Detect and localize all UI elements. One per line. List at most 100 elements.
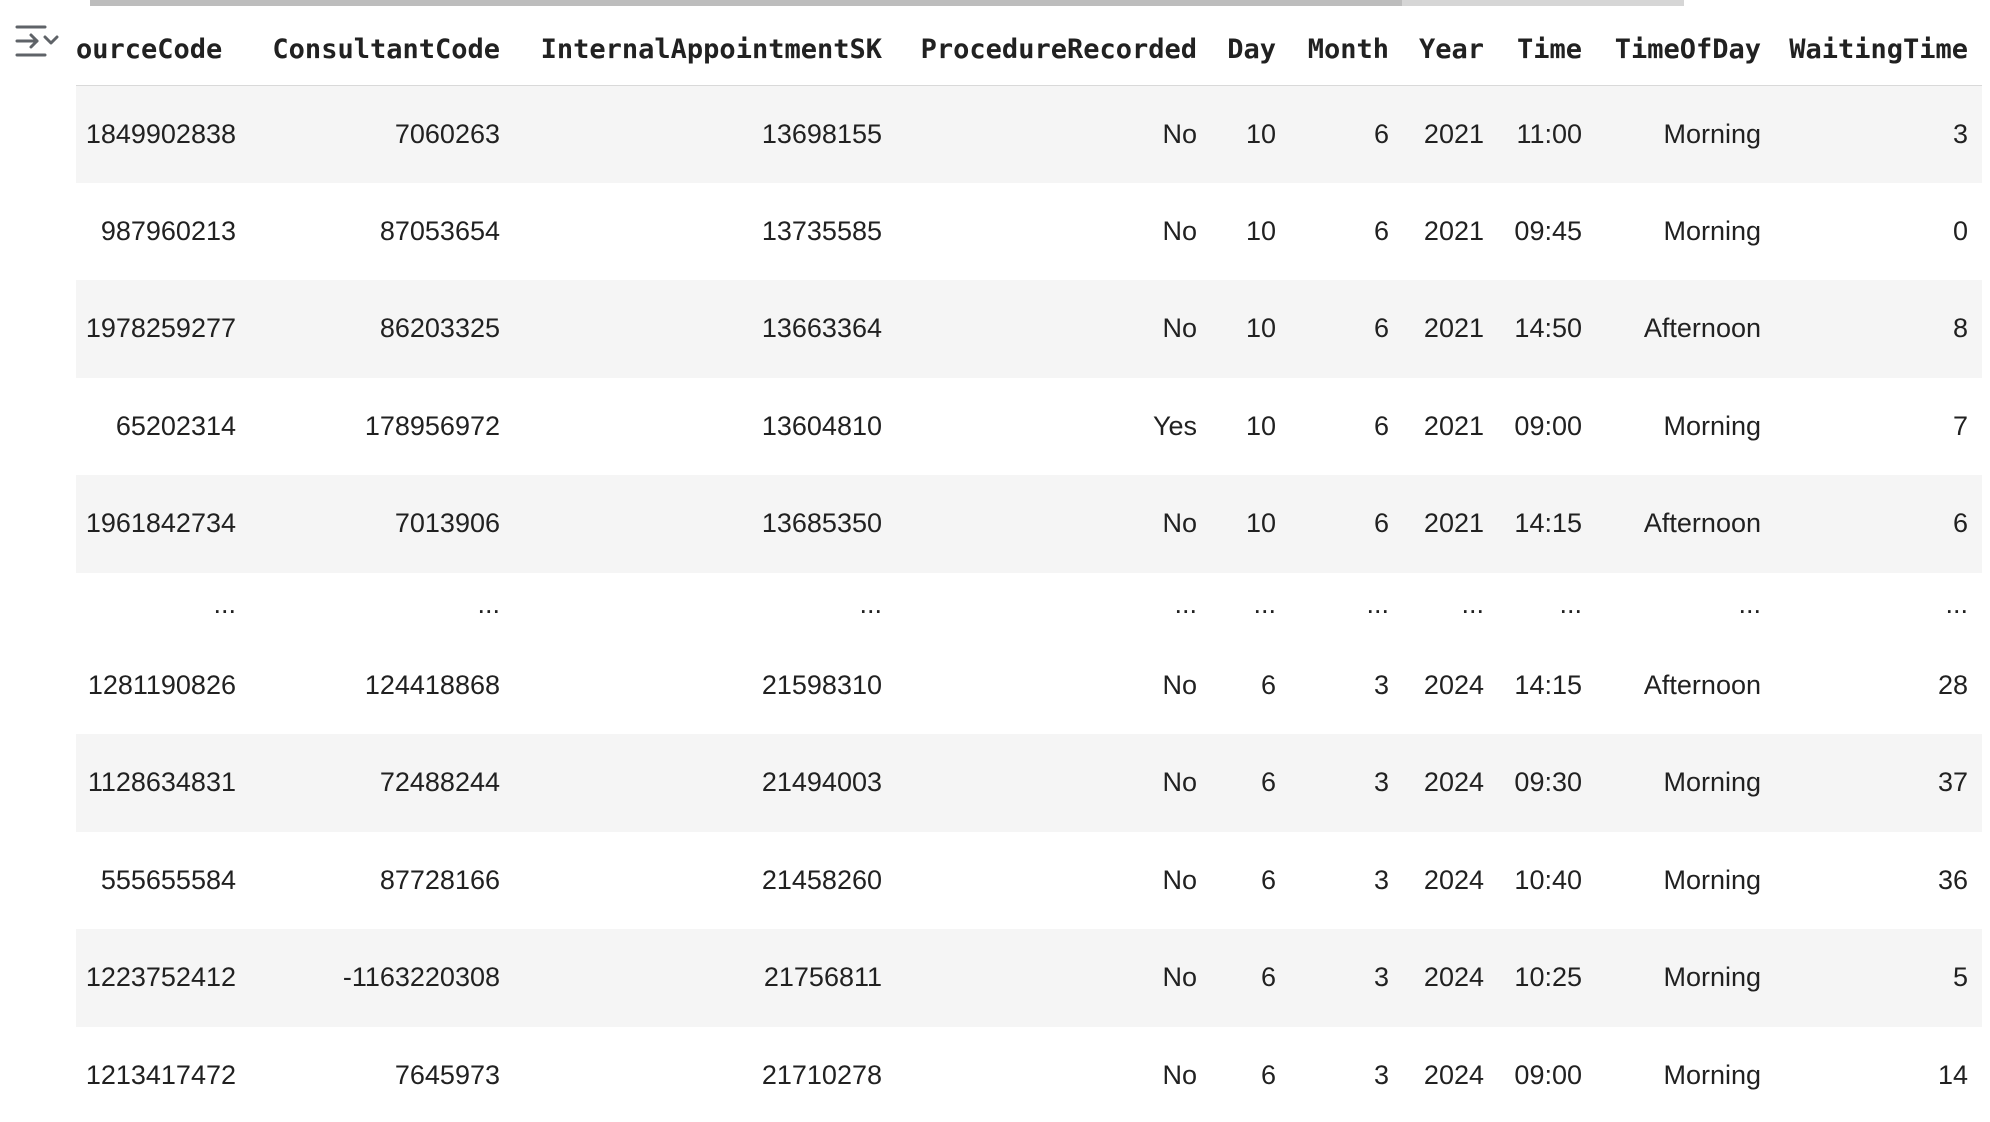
column-header: WaitingTime <box>1775 0 1982 86</box>
table-cell: 2024 <box>1403 734 1498 832</box>
table-cell: 28 <box>1775 636 1982 734</box>
table-row: 555655584 87728166 21458260 No 6 3 2024 10:40 Mo… <box>76 831 1982 929</box>
table-row: 1281190826 124418868 21598310 No 6 3 2024 14:15… <box>76 636 1982 734</box>
table-cell: 6 <box>1290 475 1403 573</box>
table-cell: Morning <box>1596 1026 1775 1122</box>
table-body: 1849902838 7060263 13698155 No 10 6 2021 11:00 M… <box>76 85 1982 1122</box>
table-cell: 6 <box>1211 636 1290 734</box>
table-cell: 65202314 <box>76 377 250 475</box>
table-row: 1213417472 7645973 21710278 No 6 3 2024 09:00 Mo… <box>76 1026 1982 1122</box>
table-cell: 2024 <box>1403 1026 1498 1122</box>
table-cell: 10:25 <box>1498 929 1596 1027</box>
table-cell: 1213417472 <box>76 1026 250 1122</box>
table-cell: 3 <box>1290 1026 1403 1122</box>
table-cell: 14:15 <box>1498 475 1596 573</box>
table-row: 1961842734 7013906 13685350 No 10 6 2021 14:15 A… <box>76 475 1982 573</box>
table-cell: ... <box>76 572 250 637</box>
table-cell: 2021 <box>1403 85 1498 183</box>
table-cell: 987960213 <box>76 182 250 280</box>
column-header: TimeOfDay <box>1596 0 1775 86</box>
table-cell: 13663364 <box>514 280 896 378</box>
table-cell: 13604810 <box>514 377 896 475</box>
table-cell: 21494003 <box>514 734 896 832</box>
table-cell: 555655584 <box>76 831 250 929</box>
table-cell: 10 <box>1211 182 1290 280</box>
table-cell: 2021 <box>1403 475 1498 573</box>
table-cell: -1163220308 <box>250 929 514 1027</box>
table-row: 1978259277 86203325 13663364 No 10 6 2021 14:50… <box>76 280 1982 378</box>
table-cell: 7060263 <box>250 85 514 183</box>
table-cell: 1223752412 <box>76 929 250 1027</box>
table-cell: 86203325 <box>250 280 514 378</box>
table-cell: 14:50 <box>1498 280 1596 378</box>
table-row: 65202314 178956972 13604810 Yes 10 6 2021 09:00… <box>76 377 1982 475</box>
table-cell: 21598310 <box>514 636 896 734</box>
table-cell: Morning <box>1596 377 1775 475</box>
table-cell: 1961842734 <box>76 475 250 573</box>
table-cell: 87728166 <box>250 831 514 929</box>
table-cell: 21458260 <box>514 831 896 929</box>
column-header: Month <box>1290 0 1403 86</box>
table-cell: 21756811 <box>514 929 896 1027</box>
table-cell: 13698155 <box>514 85 896 183</box>
table-cell: 10:40 <box>1498 831 1596 929</box>
table-cell: 124418868 <box>250 636 514 734</box>
table-row: 987960213 87053654 13735585 No 10 6 2021 09:45 M… <box>76 182 1982 280</box>
table-cell: 09:30 <box>1498 734 1596 832</box>
table-cell: 178956972 <box>250 377 514 475</box>
table-cell: 3 <box>1290 831 1403 929</box>
table-cell: 8 <box>1775 280 1982 378</box>
table-cell: 6 <box>1211 831 1290 929</box>
table-row: 1223752412 -1163220308 21756811 No 6 3 2024 10:… <box>76 929 1982 1027</box>
table-cell: 14:15 <box>1498 636 1596 734</box>
table-cell: No <box>896 85 1211 183</box>
table-cell: Morning <box>1596 85 1775 183</box>
table-cell: No <box>896 929 1211 1027</box>
table-cell: ... <box>1211 572 1290 637</box>
dataframe-output: ourceCode ConsultantCode InternalAppointme… <box>76 0 1982 1122</box>
table-cell: 1281190826 <box>76 636 250 734</box>
column-header: ConsultantCode <box>250 0 514 86</box>
table-cell: ... <box>1498 572 1596 637</box>
table-cell: 10 <box>1211 280 1290 378</box>
table-cell: Afternoon <box>1596 636 1775 734</box>
table-header-row: ourceCode ConsultantCode InternalAppointme… <box>76 0 1982 86</box>
collapse-output-button[interactable] <box>12 16 62 66</box>
table-cell: 2021 <box>1403 377 1498 475</box>
column-header: ourceCode <box>76 0 250 86</box>
table-cell: 5 <box>1775 929 1982 1027</box>
column-header: Year <box>1403 0 1498 86</box>
table-cell: 6 <box>1211 734 1290 832</box>
table-row: 1849902838 7060263 13698155 No 10 6 2021 11:00 M… <box>76 85 1982 183</box>
column-header: InternalAppointmentSK <box>514 0 896 86</box>
table-cell: 3 <box>1290 929 1403 1027</box>
table-cell: 37 <box>1775 734 1982 832</box>
column-header: ProcedureRecorded <box>896 0 1211 86</box>
table-cell: ... <box>1775 572 1982 637</box>
table-cell: 6 <box>1290 182 1403 280</box>
table-cell: ... <box>1290 572 1403 637</box>
table-cell: No <box>896 280 1211 378</box>
table-cell: 6 <box>1775 475 1982 573</box>
table-cell: 1978259277 <box>76 280 250 378</box>
table-cell: 2024 <box>1403 831 1498 929</box>
table-cell: 11:00 <box>1498 85 1596 183</box>
table-cell: 14 <box>1775 1026 1982 1122</box>
table-cell: 2021 <box>1403 280 1498 378</box>
table-cell: 7 <box>1775 377 1982 475</box>
table-cell: 36 <box>1775 831 1982 929</box>
table-cell: 2024 <box>1403 929 1498 1027</box>
table-cell: 2021 <box>1403 182 1498 280</box>
column-header: Time <box>1498 0 1596 86</box>
table-cell: ... <box>514 572 896 637</box>
table-cell: 0 <box>1775 182 1982 280</box>
table-cell: No <box>896 182 1211 280</box>
table-cell: 10 <box>1211 85 1290 183</box>
dataframe-table: ourceCode ConsultantCode InternalAppointme… <box>76 0 1982 1122</box>
table-cell: 6 <box>1290 85 1403 183</box>
table-cell: Morning <box>1596 182 1775 280</box>
table-cell: 87053654 <box>250 182 514 280</box>
table-cell: 7013906 <box>250 475 514 573</box>
table-cell: 6 <box>1211 1026 1290 1122</box>
table-cell: 09:00 <box>1498 1026 1596 1122</box>
